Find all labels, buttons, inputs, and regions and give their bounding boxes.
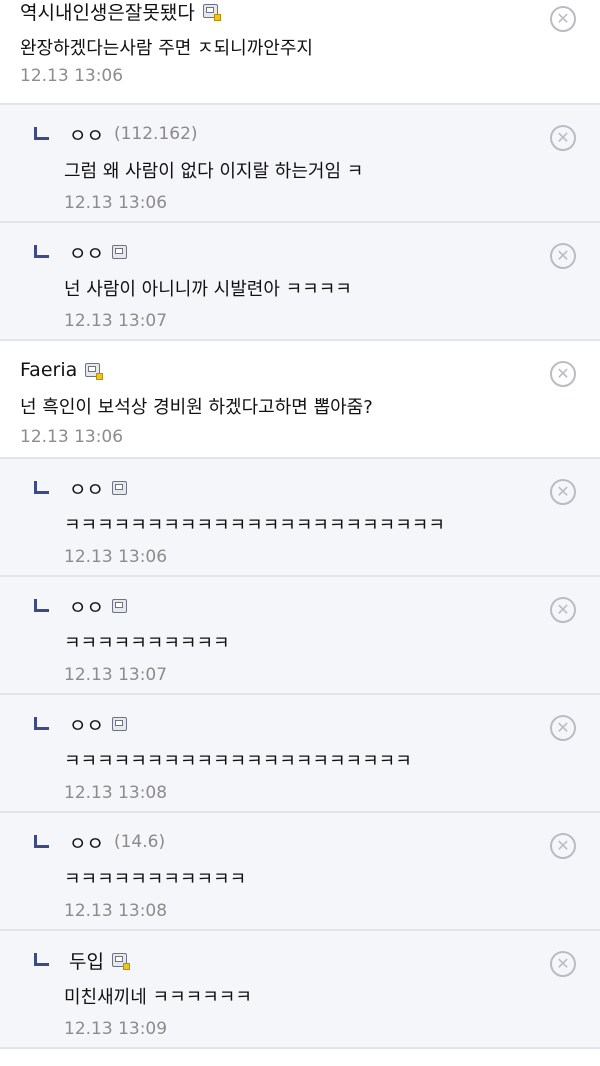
reply-arrow-icon <box>34 244 49 258</box>
member-icon <box>111 599 127 613</box>
reply-timestamp: 12.13 13:07 <box>64 311 168 331</box>
delete-reply-button[interactable]: ✕ <box>550 479 576 505</box>
reply-arrow-icon <box>34 480 49 494</box>
reply-item: 두입 미친새끼네 ㅋㅋㅋㅋㅋㅋ 12.13 13:09 ✕ <box>0 931 600 1049</box>
reply-item: ㅇㅇ 넌 사람이 아니니까 시발련아 ㅋㅋㅋㅋ 12.13 13:07 ✕ <box>0 223 600 341</box>
reply-arrow-icon <box>34 952 49 966</box>
reply-text: ㅋㅋㅋㅋㅋㅋㅋㅋㅋㅋㅋ <box>64 869 247 890</box>
reply-timestamp: 12.13 13:07 <box>64 665 168 685</box>
reply-text: 넌 사람이 아니니까 시발련아 ㅋㅋㅋㅋ <box>64 279 352 300</box>
reply-header: 두입 <box>34 945 130 975</box>
reply-arrow-icon <box>34 834 49 848</box>
delete-reply-button[interactable]: ✕ <box>550 951 576 977</box>
comment-item: Faeria 넌 흑인이 보석상 경비원 하겠다고하면 뽑아줌? 12.13 1… <box>0 341 600 459</box>
comment-list: 역시내인생은잘못됐다 완장하겠다는사람 주면 ㅈ되니까안주지 12.13 13:… <box>0 0 600 1049</box>
comment-timestamp: 12.13 13:06 <box>20 427 124 447</box>
reply-item: ㅇㅇ (112.162) 그럼 왜 사람이 없다 이지랄 하는거임 ㅋ 12.1… <box>0 105 600 223</box>
reply-header: ㅇㅇ (14.6) <box>34 827 165 857</box>
reply-header: ㅇㅇ <box>34 473 127 503</box>
reply-arrow-icon <box>34 126 49 140</box>
delete-reply-button[interactable]: ✕ <box>550 597 576 623</box>
nickname[interactable]: ㅇㅇ <box>69 829 104 856</box>
reply-timestamp: 12.13 13:08 <box>64 901 168 921</box>
reply-item: ㅇㅇ ㅋㅋㅋㅋㅋㅋㅋㅋㅋㅋ 12.13 13:07 ✕ <box>0 577 600 695</box>
nickname[interactable]: 역시내인생은잘못됐다 <box>20 0 195 25</box>
reply-text: 그럼 왜 사람이 없다 이지랄 하는거임 ㅋ <box>64 161 364 182</box>
fixed-member-icon <box>202 4 221 21</box>
comment-item: 역시내인생은잘못됐다 완장하겠다는사람 주면 ㅈ되니까안주지 12.13 13:… <box>0 0 600 105</box>
delete-reply-button[interactable]: ✕ <box>550 833 576 859</box>
reply-timestamp: 12.13 13:08 <box>64 783 168 803</box>
comment-text: 넌 흑인이 보석상 경비원 하겠다고하면 뽑아줌? <box>20 397 373 418</box>
member-icon <box>111 481 127 495</box>
reply-text: ㅋㅋㅋㅋㅋㅋㅋㅋㅋㅋ <box>64 633 230 654</box>
nickname[interactable]: 두입 <box>69 947 104 974</box>
reply-text: ㅋㅋㅋㅋㅋㅋㅋㅋㅋㅋㅋㅋㅋㅋㅋㅋㅋㅋㅋㅋㅋ <box>64 751 412 772</box>
reply-item: ㅇㅇ ㅋㅋㅋㅋㅋㅋㅋㅋㅋㅋㅋㅋㅋㅋㅋㅋㅋㅋㅋㅋㅋ 12.13 13:08 ✕ <box>0 695 600 813</box>
reply-timestamp: 12.13 13:06 <box>64 547 168 567</box>
fixed-member-icon <box>111 953 130 970</box>
reply-item: ㅇㅇ (14.6) ㅋㅋㅋㅋㅋㅋㅋㅋㅋㅋㅋ 12.13 13:08 ✕ <box>0 813 600 931</box>
member-icon <box>111 717 127 731</box>
reply-arrow-icon <box>34 716 49 730</box>
delete-reply-button[interactable]: ✕ <box>550 125 576 151</box>
nickname[interactable]: ㅇㅇ <box>69 239 104 266</box>
delete-reply-button[interactable]: ✕ <box>550 243 576 269</box>
reply-text: ㅋㅋㅋㅋㅋㅋㅋㅋㅋㅋㅋㅋㅋㅋㅋㅋㅋㅋㅋㅋㅋㅋㅋ <box>64 515 445 536</box>
reply-header: ㅇㅇ <box>34 709 127 739</box>
reply-timestamp: 12.13 13:09 <box>64 1019 168 1039</box>
nickname[interactable]: ㅇㅇ <box>69 711 104 738</box>
reply-header: ㅇㅇ <box>34 591 127 621</box>
ip-address: (14.6) <box>113 832 166 852</box>
comment-header: 역시내인생은잘못됐다 <box>20 0 221 26</box>
comment-timestamp: 12.13 13:06 <box>20 66 124 86</box>
reply-timestamp: 12.13 13:06 <box>64 193 168 213</box>
reply-header: ㅇㅇ <box>34 237 127 267</box>
comment-header: Faeria <box>20 355 104 385</box>
delete-comment-button[interactable]: ✕ <box>550 361 576 387</box>
nickname[interactable]: Faeria <box>20 359 77 381</box>
reply-text: 미친새끼네 ㅋㅋㅋㅋㅋㅋ <box>64 987 252 1008</box>
member-icon <box>111 245 127 259</box>
comment-text: 완장하겠다는사람 주면 ㅈ되니까안주지 <box>20 38 313 59</box>
nickname[interactable]: ㅇㅇ <box>69 475 104 502</box>
nickname[interactable]: ㅇㅇ <box>69 121 104 148</box>
fixed-member-icon <box>85 363 104 380</box>
nickname[interactable]: ㅇㅇ <box>69 593 104 620</box>
delete-comment-button[interactable]: ✕ <box>550 6 576 32</box>
ip-address: (112.162) <box>113 124 198 144</box>
reply-arrow-icon <box>34 598 49 612</box>
reply-item: ㅇㅇ ㅋㅋㅋㅋㅋㅋㅋㅋㅋㅋㅋㅋㅋㅋㅋㅋㅋㅋㅋㅋㅋㅋㅋ 12.13 13:06 ✕ <box>0 459 600 577</box>
delete-reply-button[interactable]: ✕ <box>550 715 576 741</box>
reply-header: ㅇㅇ (112.162) <box>34 119 198 149</box>
